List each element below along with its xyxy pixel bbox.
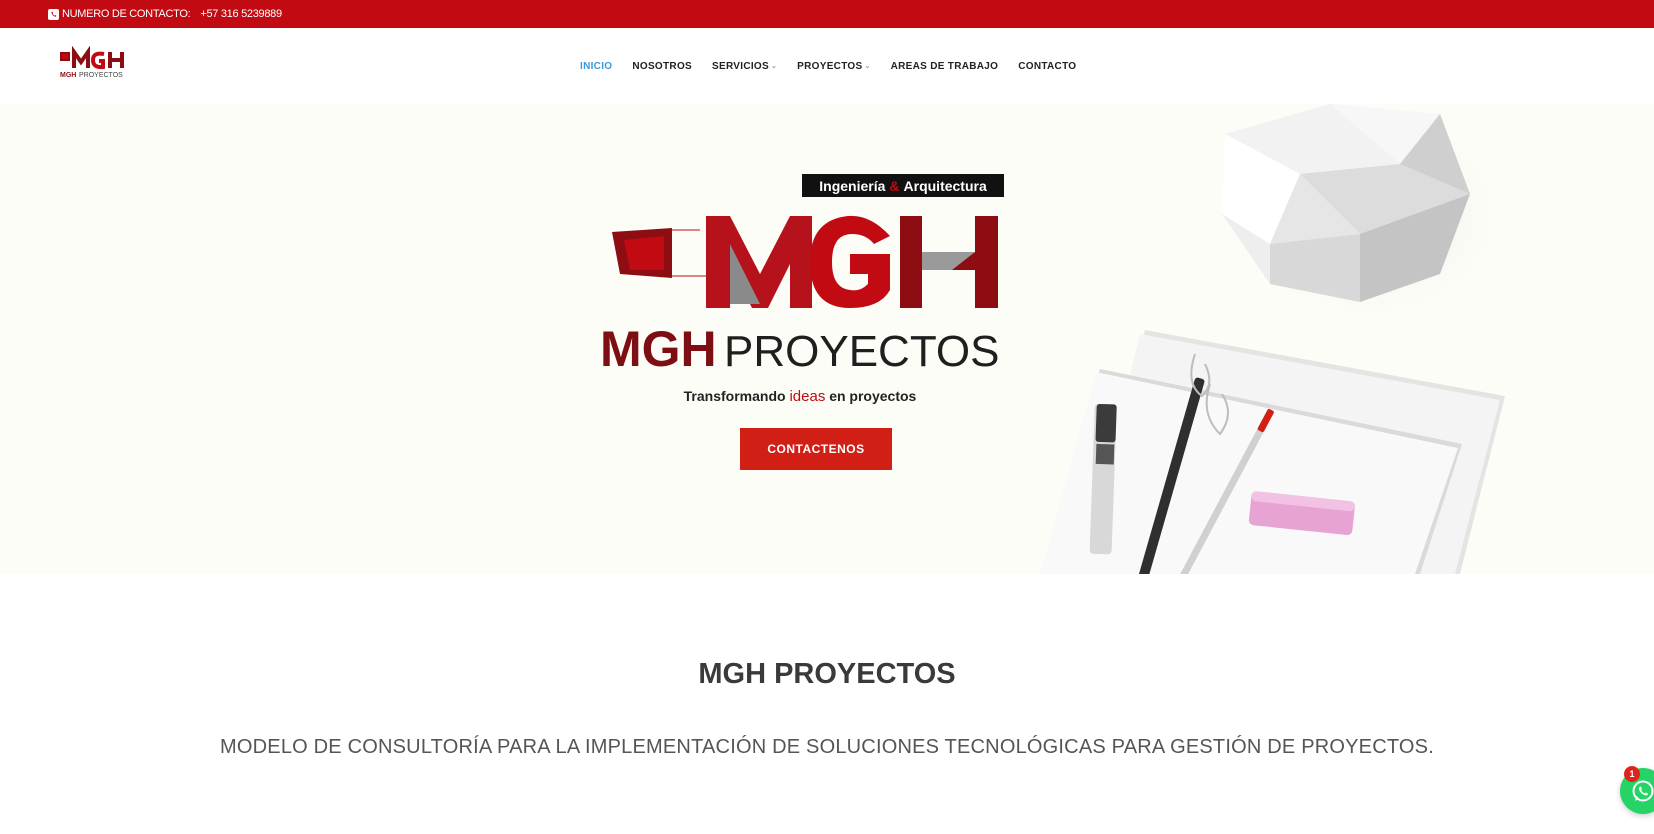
brand-wordmark: MGH PROYECTOS: [600, 321, 999, 377]
nav-label: AREAS DE TRABAJO: [890, 60, 999, 72]
nav-label: NOSOTROS: [632, 60, 692, 72]
section-subtitle: MODELO DE CONSULTORÍA PARA LA IMPLEMENTA…: [220, 736, 1434, 758]
chevron-down-icon: ⌄: [770, 63, 778, 70]
top-contact-bar: NUMERO DE CONTACTO: +57 316 5239889: [0, 0, 1654, 28]
hero-banner: Ingeniería & Arquitectura MGH PROYECTOS …: [0, 104, 1654, 574]
badge-text-right: Arquitectura: [903, 177, 987, 194]
nav-label: INICIO: [580, 60, 613, 72]
hero-slogan: Transformando ideas en proyectos: [600, 388, 1000, 405]
nav-label: PROYECTOS: [797, 60, 863, 72]
contact-label: NUMERO DE CONTACTO:: [62, 8, 191, 20]
svg-text:MGH: MGH: [60, 72, 76, 79]
nav-item-proyectos[interactable]: PROYECTOS ⌄: [797, 61, 870, 72]
tagline-badge: Ingeniería & Arquitectura: [802, 174, 1004, 197]
nav-label: CONTACTO: [1018, 60, 1077, 72]
brand-light: PROYECTOS: [724, 327, 999, 376]
site-header: MGH PROYECTOS INICIO NOSOTROS SERVICIOS ⌄…: [0, 28, 1654, 104]
slogan-before: Transformando: [683, 388, 786, 404]
slogan-highlight: ideas: [789, 388, 826, 405]
section-title: MGH PROYECTOS: [698, 658, 956, 690]
contact-phone[interactable]: +57 316 5239889: [200, 8, 282, 20]
nav-item-inicio[interactable]: INICIO: [580, 61, 612, 72]
slogan-after: en proyectos: [829, 388, 917, 404]
contact-cta-button[interactable]: CONTACTENOS: [740, 428, 892, 470]
nav-label: SERVICIOS: [712, 60, 769, 72]
nav-item-nosotros[interactable]: NOSOTROS: [632, 61, 692, 72]
badge-ampersand: &: [889, 177, 900, 194]
badge-text-left: Ingeniería: [819, 177, 886, 194]
svg-text:PROYECTOS: PROYECTOS: [79, 72, 123, 79]
notification-badge: 1: [1624, 766, 1640, 782]
nav-item-contacto[interactable]: CONTACTO: [1018, 61, 1076, 72]
whatsapp-icon: [1632, 780, 1654, 802]
brand-bold: MGH: [600, 321, 717, 377]
main-nav: INICIO NOSOTROS SERVICIOS ⌄ PROYECTOS ⌄ AR…: [580, 28, 1076, 104]
whatsapp-phone-icon: [48, 8, 59, 20]
chevron-down-icon: ⌄: [864, 63, 871, 70]
nav-item-areas-de-trabajo[interactable]: AREAS DE TRABAJO: [891, 61, 999, 72]
nav-item-servicios[interactable]: SERVICIOS ⌄: [712, 61, 777, 72]
site-logo[interactable]: MGH PROYECTOS: [60, 46, 150, 82]
